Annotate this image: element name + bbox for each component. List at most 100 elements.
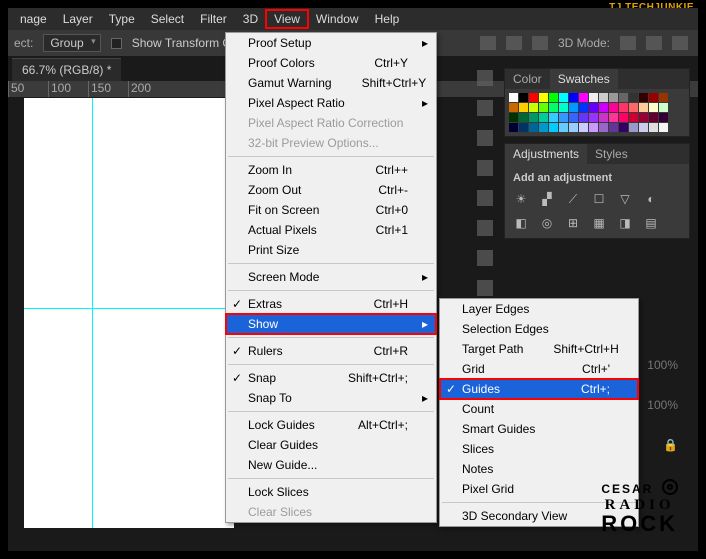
menu-item-snap-to[interactable]: Snap To▸ [226,388,436,408]
lookup-icon[interactable]: ▦ [591,216,607,230]
brightness-icon[interactable]: ☀ [513,192,529,206]
swatch[interactable] [539,93,548,102]
swatch[interactable] [619,113,628,122]
menu-item-grid[interactable]: GridCtrl+' [440,359,638,379]
swatch[interactable] [619,103,628,112]
menu-3d[interactable]: 3D [235,10,266,28]
swatch[interactable] [589,93,598,102]
dolly-icon[interactable] [672,36,688,50]
menu-view[interactable]: View [266,10,308,28]
menu-item-actual-pixels[interactable]: Actual PixelsCtrl+1 [226,220,436,240]
group-dropdown[interactable]: Group [43,34,100,52]
swatch[interactable] [559,123,568,132]
show-transform-checkbox[interactable] [111,38,122,49]
menu-item-lock-guides[interactable]: Lock GuidesAlt+Ctrl+; [226,415,436,435]
swatch[interactable] [509,113,518,122]
swatch[interactable] [599,113,608,122]
photofilter-icon[interactable]: ◎ [539,216,555,230]
orbit-icon[interactable] [620,36,636,50]
swatch[interactable] [619,93,628,102]
swatch[interactable] [509,103,518,112]
menu-item-selection-edges[interactable]: Selection Edges [440,319,638,339]
swatch[interactable] [509,93,518,102]
tab-styles[interactable]: Styles [587,144,636,164]
pan-icon[interactable] [646,36,662,50]
swatch[interactable] [579,93,588,102]
menu-item-fit-on-screen[interactable]: Fit on ScreenCtrl+0 [226,200,436,220]
menu-nage[interactable]: nage [12,10,55,28]
swatch[interactable] [629,113,638,122]
swatch[interactable] [509,123,518,132]
swatch[interactable] [519,103,528,112]
levels-icon[interactable]: ▞ [539,192,555,206]
swatch[interactable] [559,103,568,112]
distribute-icon[interactable] [532,36,548,50]
bw-icon[interactable]: ◧ [513,216,529,230]
clone-icon[interactable] [477,190,493,206]
tab-color[interactable]: Color [505,69,550,89]
menu-item-clear-guides[interactable]: Clear Guides [226,435,436,455]
swatches-grid[interactable] [505,89,689,136]
hue-icon[interactable]: ◐ [643,192,659,206]
swatch[interactable] [589,123,598,132]
menu-filter[interactable]: Filter [192,10,235,28]
swatch[interactable] [659,113,668,122]
swatch[interactable] [639,113,648,122]
menu-item-proof-setup[interactable]: Proof Setup▸ [226,33,436,53]
exposure-icon[interactable]: ☐ [591,192,607,206]
paragraph-icon[interactable] [477,220,493,236]
swatch[interactable] [549,103,558,112]
swatch[interactable] [569,103,578,112]
swatch[interactable] [659,103,668,112]
swatch[interactable] [649,93,658,102]
navigator-icon[interactable] [477,100,493,116]
menu-item-lock-slices[interactable]: Lock Slices [226,482,436,502]
menu-select[interactable]: Select [143,10,192,28]
align-icon[interactable] [506,36,522,50]
swatch[interactable] [549,113,558,122]
swatch[interactable] [569,113,578,122]
swatch[interactable] [629,103,638,112]
menu-item-target-path[interactable]: Target PathShift+Ctrl+H [440,339,638,359]
swatch[interactable] [569,93,578,102]
swatch[interactable] [649,113,658,122]
swatch[interactable] [569,123,578,132]
swatch[interactable] [529,93,538,102]
swatch[interactable] [559,113,568,122]
swatch[interactable] [639,103,648,112]
tab-adjustments[interactable]: Adjustments [505,144,587,164]
swatch[interactable] [539,123,548,132]
align-icon[interactable] [480,36,496,50]
menu-item-guides[interactable]: ✓GuidesCtrl+; [440,379,638,399]
menu-item-new-guide-[interactable]: New Guide... [226,455,436,475]
swatch[interactable] [539,113,548,122]
menu-item-slices[interactable]: Slices [440,439,638,459]
swatch[interactable] [529,113,538,122]
swatch[interactable] [519,113,528,122]
swatch[interactable] [649,103,658,112]
menu-item-extras[interactable]: ✓ExtrasCtrl+H [226,294,436,314]
menu-item-smart-guides[interactable]: Smart Guides [440,419,638,439]
swatch[interactable] [559,93,568,102]
menu-item-show[interactable]: Show▸ [226,314,436,334]
swatch[interactable] [609,113,618,122]
swatch[interactable] [529,123,538,132]
mixer-icon[interactable]: ⊞ [565,216,581,230]
guide-vertical[interactable] [92,98,93,528]
swatch[interactable] [579,113,588,122]
swatch[interactable] [629,93,638,102]
menu-item-count[interactable]: Count [440,399,638,419]
swatch[interactable] [599,103,608,112]
canvas[interactable] [24,98,234,528]
menu-item-zoom-in[interactable]: Zoom InCtrl++ [226,160,436,180]
info-icon[interactable] [477,130,493,146]
swatch[interactable] [649,123,658,132]
actions-icon[interactable] [477,280,493,296]
invert-icon[interactable]: ◨ [617,216,633,230]
swatch[interactable] [539,103,548,112]
swatch[interactable] [579,103,588,112]
swatch[interactable] [629,123,638,132]
menu-help[interactable]: Help [367,10,408,28]
posterize-icon[interactable]: ▤ [643,216,659,230]
swatch[interactable] [639,123,648,132]
